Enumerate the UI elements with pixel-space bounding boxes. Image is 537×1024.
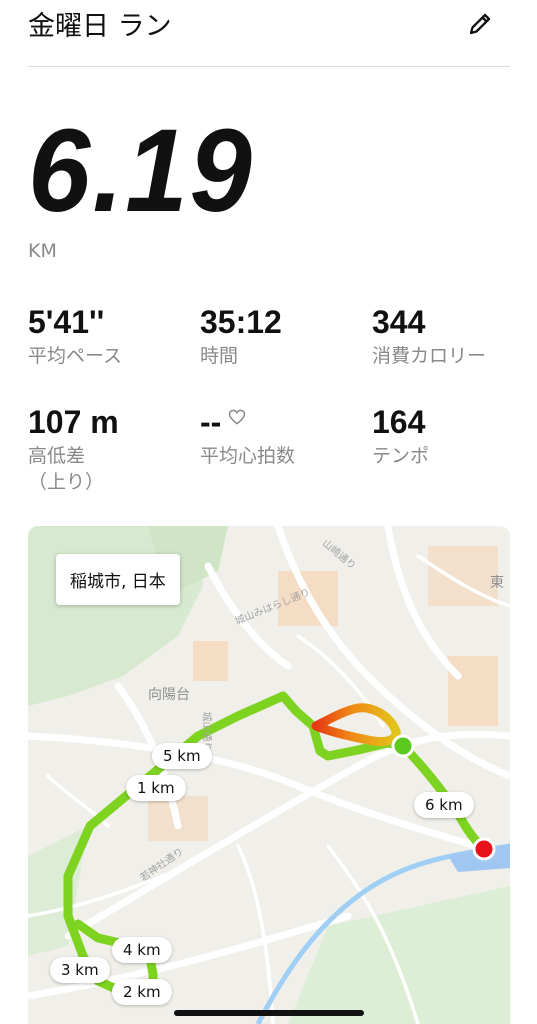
stat-label: 時間 xyxy=(200,345,239,367)
page-title: 金曜日 ラン xyxy=(28,11,172,42)
stat-value: 344 xyxy=(372,304,426,340)
stat-label: 高低差 （上り） xyxy=(28,445,105,493)
stat-elevation-gain: 107 m 高低差 （上り） xyxy=(28,406,188,495)
route-start-marker xyxy=(391,734,415,758)
stat-value: 107 m xyxy=(28,404,119,440)
km-marker: 2 km xyxy=(112,979,172,1005)
location-chip: 稲城市, 日本 xyxy=(56,554,180,605)
header-divider xyxy=(28,66,510,67)
stat-label: 消費カロリー xyxy=(372,345,487,367)
building-block xyxy=(193,641,228,681)
building-block xyxy=(448,656,498,726)
stat-avg-heart-rate: -- 平均心拍数 xyxy=(200,406,360,470)
km-marker: 4 km xyxy=(112,937,172,963)
distance-unit: KM xyxy=(28,240,57,262)
stat-value: 5'41'' xyxy=(28,304,105,340)
stat-label: テンポ xyxy=(372,445,430,467)
distance-value: 6.19 xyxy=(28,105,254,237)
km-marker: 3 km xyxy=(50,957,110,983)
stat-label: 平均ペース xyxy=(28,345,123,367)
km-marker: 6 km xyxy=(414,792,474,818)
stat-value: 164 xyxy=(372,404,426,440)
stat-label: 平均心拍数 xyxy=(200,445,296,467)
home-indicator[interactable] xyxy=(174,1010,364,1016)
route-end-marker xyxy=(472,837,496,861)
stat-cadence: 164 テンポ xyxy=(372,406,532,470)
stat-calories: 344 消費カロリー xyxy=(372,306,532,370)
place-label: 東 xyxy=(490,575,504,591)
heart-outline-icon xyxy=(229,409,246,425)
km-marker: 1 km xyxy=(126,775,186,801)
km-marker: 5 km xyxy=(152,743,212,769)
pencil-icon xyxy=(469,13,491,35)
route-map[interactable]: 向陽台 東 山崎通り 城山みはらし通り 城山通り 若神社通り 稲城市, 日本 1… xyxy=(28,526,510,1024)
park-area xyxy=(288,886,510,1024)
stat-avg-pace: 5'41'' 平均ペース xyxy=(28,306,188,370)
place-label: 向陽台 xyxy=(148,687,190,703)
edit-button[interactable] xyxy=(462,6,498,42)
stat-duration: 35:12 時間 xyxy=(200,306,360,370)
stat-value: 35:12 xyxy=(200,304,282,340)
stat-value: -- xyxy=(200,404,222,440)
